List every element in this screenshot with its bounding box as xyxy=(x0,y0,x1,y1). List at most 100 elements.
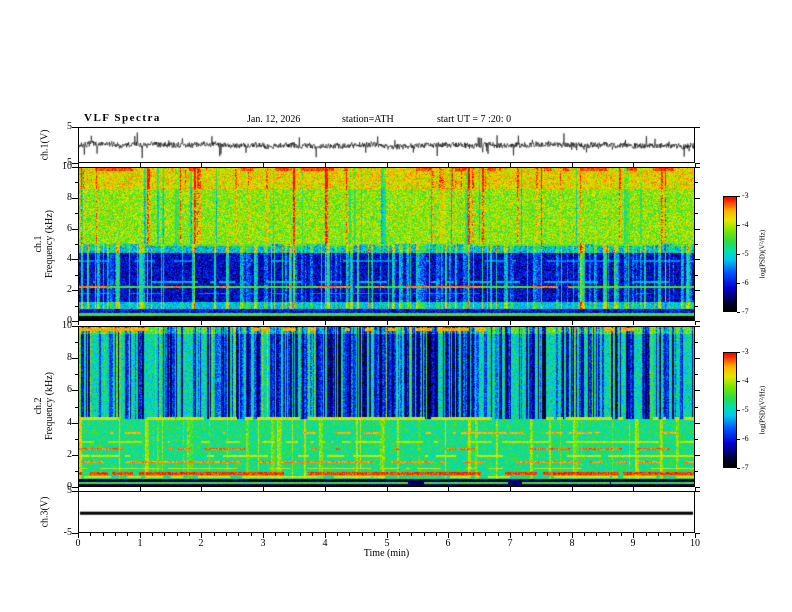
axis-tick xyxy=(75,342,78,343)
colorbar-tick-label: -5 xyxy=(742,405,749,414)
freq-tick-label: 8 xyxy=(67,192,72,203)
time-tick-label: 8 xyxy=(569,538,575,549)
axis-tick xyxy=(695,229,700,230)
axis-tick xyxy=(72,390,78,391)
axis-tick xyxy=(695,167,700,168)
axis-tick xyxy=(75,439,78,440)
axis-tick xyxy=(737,312,740,313)
axis-tick xyxy=(72,259,78,260)
axis-tick xyxy=(325,321,326,325)
axis-tick xyxy=(510,163,511,167)
time-axis-label: Time (min) xyxy=(363,548,410,559)
time-tick-label: 0 xyxy=(75,538,81,549)
colorbar-tick-label: -7 xyxy=(742,463,749,472)
axis-tick xyxy=(78,321,79,325)
colorbar-tick-label: -3 xyxy=(742,191,749,200)
axis-tick xyxy=(72,167,78,168)
axis-tick xyxy=(695,374,698,375)
axis-tick xyxy=(584,533,585,536)
ch3-voltage-axis-label: ch.3(V) xyxy=(39,496,51,528)
ch3-waveform-panel xyxy=(78,491,695,533)
axis-tick xyxy=(737,468,740,469)
axis-tick xyxy=(695,358,700,359)
axis-tick xyxy=(695,182,698,183)
axis-tick xyxy=(72,423,78,424)
axis-tick xyxy=(695,290,700,291)
time-tick-label: 9 xyxy=(630,538,636,549)
axis-tick xyxy=(621,533,622,536)
time-tick-label: 6 xyxy=(445,538,451,549)
colorbar-2-canvas xyxy=(724,353,736,467)
axis-tick xyxy=(646,533,647,536)
axis-tick xyxy=(510,487,511,491)
axis-tick xyxy=(90,533,91,536)
ch2-frequency-axis-label-line2: Frequency (kHz) xyxy=(44,371,55,441)
axis-tick xyxy=(337,533,338,536)
axis-tick xyxy=(127,533,128,536)
ch1-frequency-axis-label-line2: Frequency (kHz) xyxy=(44,209,55,279)
axis-tick xyxy=(737,254,740,255)
axis-tick xyxy=(78,487,79,491)
axis-tick xyxy=(72,198,78,199)
axis-tick xyxy=(448,163,449,167)
colorbar-tick-label: -5 xyxy=(742,249,749,258)
axis-tick xyxy=(695,471,698,472)
freq-tick-label: 4 xyxy=(67,417,72,428)
axis-tick xyxy=(374,533,375,536)
axis-tick xyxy=(263,163,264,167)
axis-tick xyxy=(683,533,684,536)
time-tick-label: 5 xyxy=(384,538,390,549)
axis-tick xyxy=(75,182,78,183)
freq-tick-label: 4 xyxy=(67,253,72,264)
time-tick-label: 1 xyxy=(137,538,143,549)
axis-tick xyxy=(411,533,412,536)
axis-tick xyxy=(312,533,313,536)
colorbar-1 xyxy=(723,196,737,312)
axis-tick xyxy=(498,533,499,536)
axis-tick xyxy=(189,533,190,536)
axis-tick xyxy=(695,491,700,492)
time-tick-label: 2 xyxy=(198,538,204,549)
volt-tick-label: -5 xyxy=(63,527,72,538)
axis-tick xyxy=(152,533,153,536)
volt-tick-label: -5 xyxy=(63,157,72,168)
axis-tick xyxy=(275,533,276,536)
axis-tick xyxy=(461,533,462,536)
ch2-frequency-axis-label-line1: ch.2 xyxy=(33,397,44,415)
axis-tick xyxy=(226,533,227,536)
axis-tick xyxy=(670,533,671,536)
axis-tick xyxy=(201,487,202,491)
axis-tick xyxy=(140,163,141,167)
colorbar-2-axis-label: log(PSD)(V²/Hz) xyxy=(758,385,767,435)
ch2-frequency-axis-label: ch.2 Frequency (kHz) xyxy=(33,372,55,440)
axis-tick xyxy=(75,275,78,276)
axis-tick xyxy=(201,321,202,325)
axis-tick xyxy=(300,533,301,536)
axis-tick xyxy=(201,163,202,167)
axis-tick xyxy=(288,533,289,536)
axis-tick xyxy=(695,244,698,245)
axis-tick xyxy=(75,244,78,245)
axis-tick xyxy=(737,352,740,353)
ch1-spectrogram-canvas xyxy=(79,168,694,320)
station-label: station=ATH xyxy=(342,114,394,125)
colorbar-tick-label: -7 xyxy=(742,307,749,316)
axis-tick xyxy=(737,196,740,197)
plot-title: VLF Spectra xyxy=(84,112,161,124)
axis-tick xyxy=(387,163,388,167)
freq-tick-label: 2 xyxy=(67,449,72,460)
colorbar-tick-label: -6 xyxy=(742,434,749,443)
axis-tick xyxy=(633,163,634,167)
plot-date: Jan. 12, 2026 xyxy=(247,114,301,125)
axis-tick xyxy=(399,533,400,536)
axis-tick xyxy=(177,533,178,536)
colorbar-2 xyxy=(723,352,737,468)
axis-tick xyxy=(695,487,696,491)
start-time-label: start UT = 7 :20: 0 xyxy=(437,114,512,125)
freq-tick-label: 6 xyxy=(67,384,72,395)
ch1-voltage-axis-label: ch.1(V) xyxy=(39,129,51,161)
freq-tick-label: 10 xyxy=(62,320,72,331)
axis-tick xyxy=(695,163,696,167)
axis-tick xyxy=(695,342,698,343)
axis-tick xyxy=(72,491,78,492)
